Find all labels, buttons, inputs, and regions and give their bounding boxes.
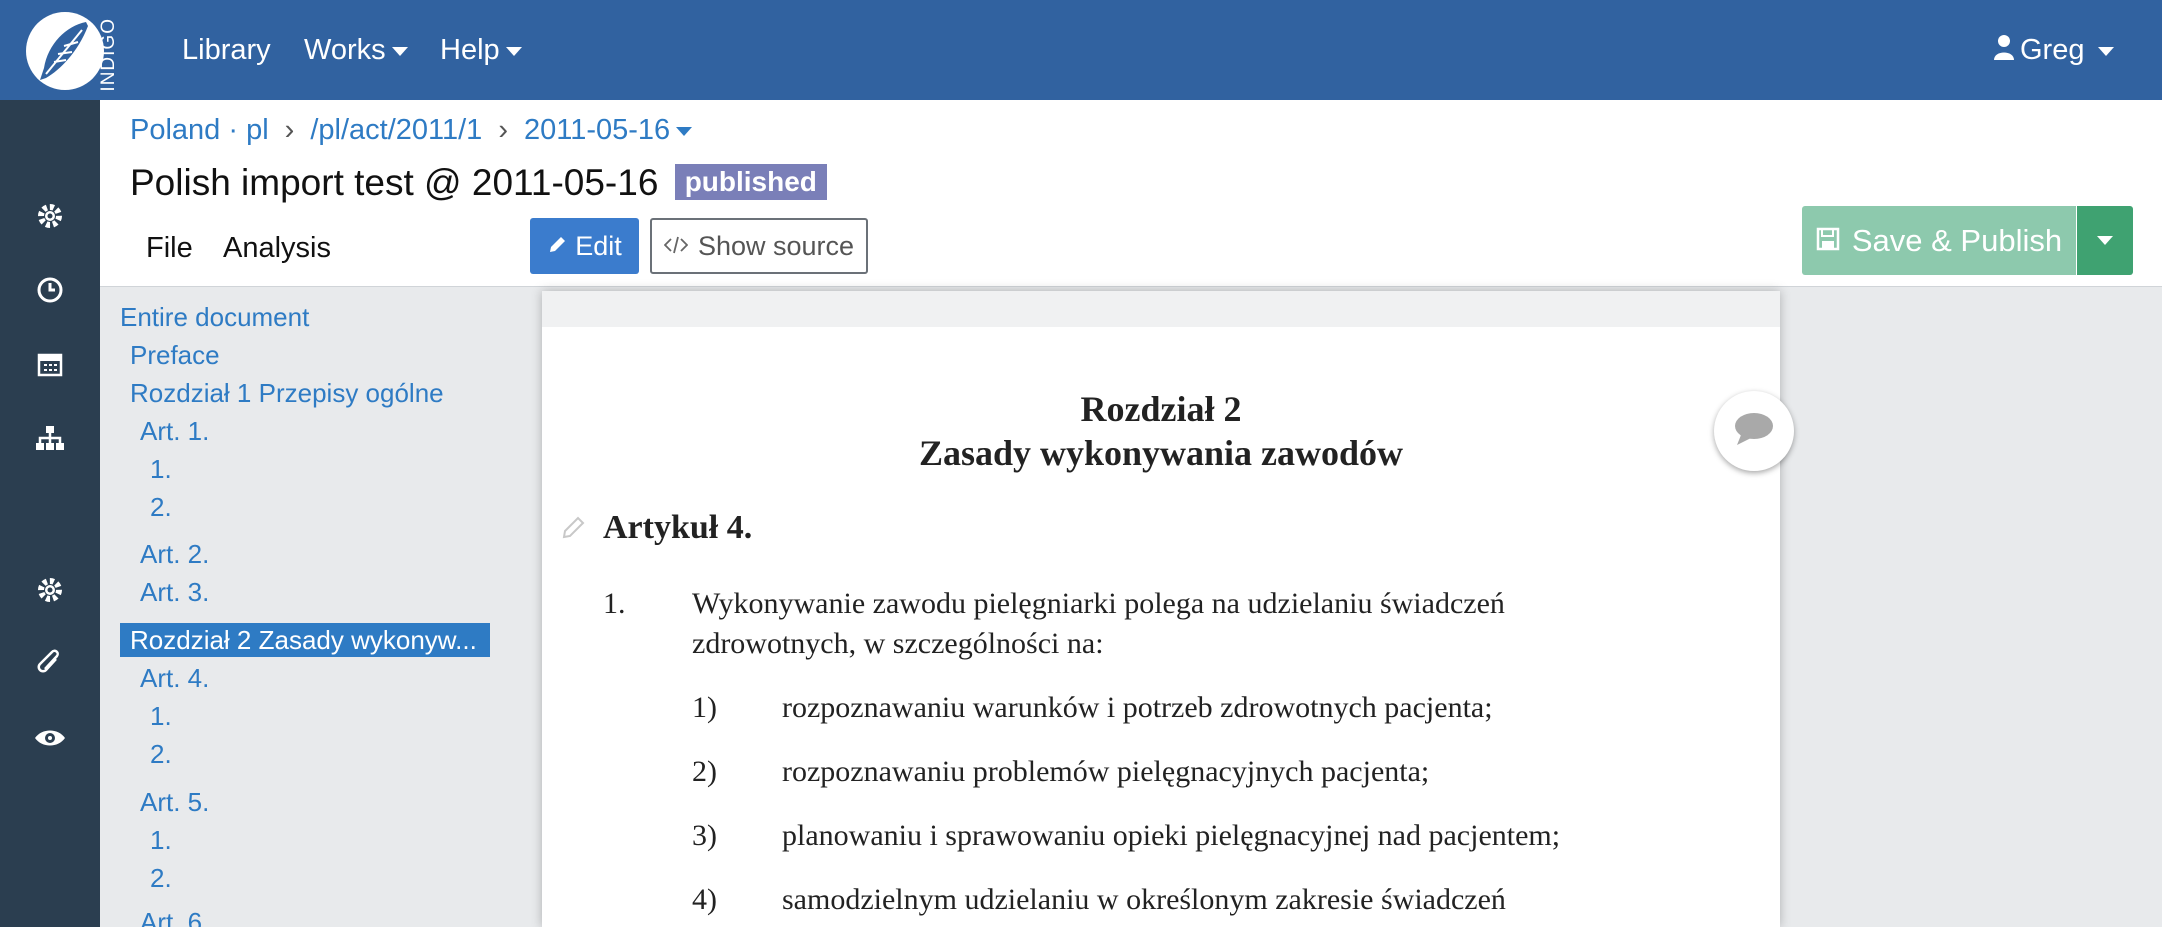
chevron-down-icon: [2098, 46, 2115, 56]
edit-button[interactable]: Edit: [530, 218, 639, 274]
gear-icon[interactable]: [30, 196, 70, 236]
save-icon: [1816, 223, 1840, 259]
logo-text: INDIGO: [98, 18, 119, 92]
toc-item[interactable]: Art. 6.: [140, 905, 209, 927]
breadcrumb-date-label: 2011-05-16: [523, 114, 671, 146]
point-text: planowaniu i sprawowaniu opieki pielęgna…: [782, 819, 1561, 852]
calendar-icon[interactable]: [30, 344, 70, 384]
toc-item-active[interactable]: Rozdział 2 Zasady wykonyw...: [120, 623, 490, 657]
breadcrumb-place[interactable]: Poland · pl: [130, 114, 269, 146]
top-navbar: INDIGO Library Works Help Greg: [0, 0, 2162, 100]
point-number: 3): [692, 819, 717, 852]
toc-item[interactable]: Art. 3.: [140, 575, 209, 609]
comment-icon: [1733, 411, 1775, 452]
show-source-button[interactable]: Show source: [650, 218, 868, 274]
chapter-heading: Rozdział 2 Zasady wykonywania zawodów: [542, 387, 1780, 475]
toc-item[interactable]: Entire document: [120, 300, 309, 334]
save-options-dropdown[interactable]: [2077, 206, 2133, 275]
toc-item[interactable]: 1.: [150, 699, 172, 733]
chevron-down-icon: [505, 46, 522, 56]
save-publish-button[interactable]: Save & Publish: [1802, 206, 2076, 275]
breadcrumb-separator: ›: [498, 114, 508, 146]
indigo-logo[interactable]: [26, 12, 104, 90]
paperclip-icon[interactable]: [30, 644, 70, 684]
point-text: samodzielnym udzielaniu w określonym zak…: [782, 883, 1506, 916]
nav-library[interactable]: Library: [182, 30, 271, 70]
gear-icon[interactable]: [30, 570, 70, 610]
toc-item[interactable]: 1.: [150, 452, 172, 486]
status-badge: published: [674, 164, 827, 200]
nav-works-label: Works: [304, 34, 386, 66]
document-page: Rozdział 2 Zasady wykonywania zawodów Ar…: [542, 291, 1780, 927]
page-title: Polish import test @ 2011-05-16 publishe…: [130, 160, 827, 206]
edit-button-label: Edit: [575, 230, 622, 261]
clock-icon[interactable]: [30, 270, 70, 310]
section-number: 1.: [603, 587, 626, 620]
pencil-icon: [547, 231, 567, 262]
tab-analysis[interactable]: Analysis: [223, 228, 331, 268]
eye-icon[interactable]: [30, 718, 70, 758]
toc-item[interactable]: Art. 4.: [140, 661, 209, 695]
toc-item[interactable]: 2.: [150, 737, 172, 771]
toc-item[interactable]: Art. 1.: [140, 414, 209, 448]
icon-sidebar: [0, 100, 100, 927]
tab-file[interactable]: File: [146, 228, 193, 268]
chapter-number: Rozdział 2: [1080, 389, 1242, 429]
toc-item[interactable]: Preface: [130, 338, 220, 372]
point-text: rozpoznawaniu problemów pielęgnacyjnych …: [782, 755, 1430, 788]
add-comment-button[interactable]: [1714, 391, 1794, 471]
chevron-down-icon: [2097, 236, 2113, 245]
point-number: 2): [692, 755, 717, 788]
toc-item[interactable]: 2.: [150, 490, 172, 524]
chapter-title: Zasady wykonywania zawodów: [918, 433, 1404, 473]
chevron-down-icon: [676, 126, 693, 136]
toc-item[interactable]: 1.: [150, 823, 172, 857]
point-text: rozpoznawaniu warunków i potrzeb zdrowot…: [782, 691, 1493, 724]
toc-item[interactable]: Art. 2.: [140, 537, 209, 571]
sitemap-icon[interactable]: [30, 418, 70, 458]
code-icon: [663, 231, 689, 262]
toc-item[interactable]: 2.: [150, 861, 172, 895]
toc-item[interactable]: Art. 5.: [140, 785, 209, 819]
user-menu[interactable]: Greg: [1994, 30, 2115, 71]
user-name: Greg: [2020, 34, 2085, 66]
toc-item[interactable]: Rozdział 1 Przepisy ogólne: [130, 376, 444, 410]
nav-help[interactable]: Help: [440, 30, 522, 70]
breadcrumb-date[interactable]: 2011-05-16: [523, 114, 693, 146]
chevron-down-icon: [391, 46, 408, 56]
point-number: 1): [692, 691, 717, 724]
breadcrumb-frbr[interactable]: /pl/act/2011/1: [310, 114, 482, 146]
page-title-text: Polish import test @ 2011-05-16: [130, 162, 659, 203]
pencil-icon[interactable]: [560, 515, 586, 546]
user-icon: [1994, 31, 2014, 71]
nav-help-label: Help: [440, 34, 500, 66]
section-text-line: Wykonywanie zawodu pielęgniarki polega n…: [692, 587, 1505, 620]
nav-works[interactable]: Works: [304, 30, 408, 70]
breadcrumb-separator: ›: [284, 114, 295, 146]
document-top-bar: [542, 291, 1780, 327]
breadcrumb: Poland · pl › /pl/act/2011/1 › 2011-05-16: [130, 110, 693, 150]
save-publish-label: Save & Publish: [1851, 222, 2063, 258]
show-source-label: Show source: [697, 230, 855, 261]
article-heading: Artykuł 4.: [603, 509, 753, 546]
point-number: 4): [692, 883, 717, 916]
section-text-line: zdrowotnych, w szczególności na:: [692, 627, 1104, 660]
